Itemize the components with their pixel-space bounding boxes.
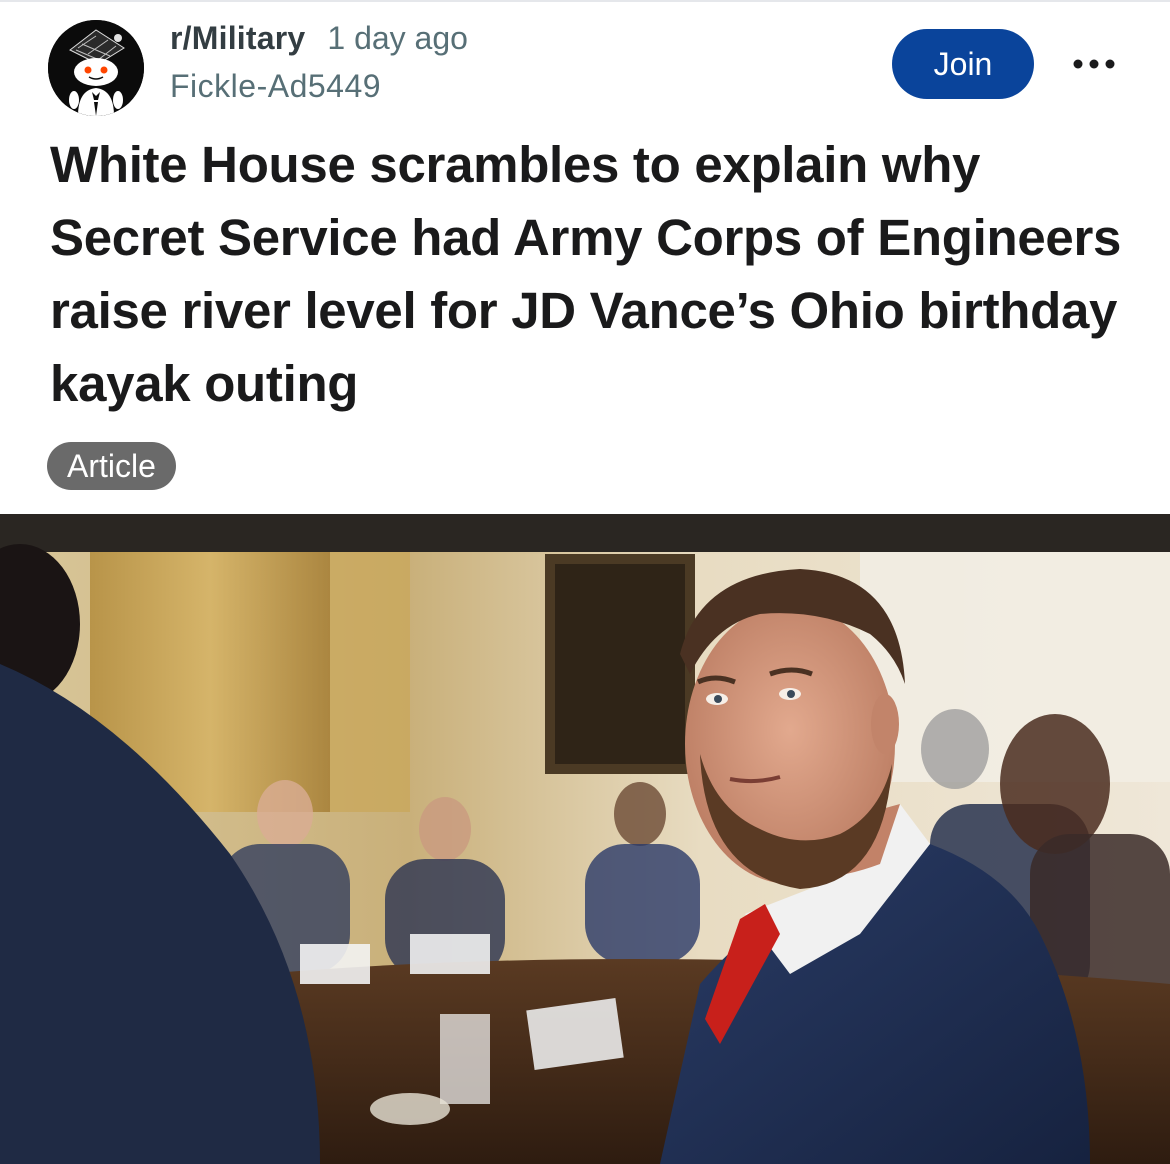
- author-name[interactable]: Fickle-Ad5449: [170, 68, 381, 105]
- community-name[interactable]: r/Military: [170, 20, 305, 56]
- post-title[interactable]: White House scrambles to explain why Sec…: [50, 128, 1130, 420]
- more-options-button[interactable]: [1066, 44, 1122, 84]
- post-timestamp: 1 day ago: [327, 20, 468, 56]
- community-avatar-icon[interactable]: [48, 20, 144, 116]
- post-header: r/Military 1 day ago Fickle-Ad5449 Join: [0, 0, 1170, 120]
- more-options-icon: [1073, 59, 1115, 69]
- post-image[interactable]: [0, 514, 1170, 1164]
- post-meta-line: r/Military 1 day ago: [170, 20, 468, 60]
- post-flair-badge[interactable]: Article: [47, 442, 176, 490]
- join-button[interactable]: Join: [892, 29, 1034, 99]
